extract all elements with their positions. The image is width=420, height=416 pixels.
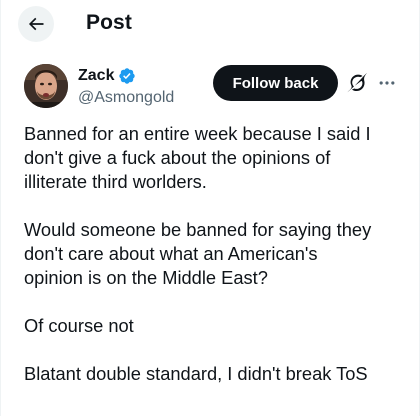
avatar[interactable]	[24, 64, 68, 108]
more-horizontal-icon[interactable]	[377, 73, 397, 93]
post-text-line: Would someone be banned for saying they	[24, 219, 372, 240]
post-text: Banned for an entire week because I said…	[24, 122, 409, 386]
page-title: Post	[86, 11, 132, 34]
post-text-line: don't care about what an American's	[24, 243, 318, 264]
verified-badge-icon[interactable]	[118, 67, 136, 85]
avatar-image	[24, 64, 68, 108]
top-bar: Post	[1, 0, 419, 46]
author-info: Zack @Asmongold	[78, 66, 174, 108]
post-text-line: don't give a fuck about the opinions of	[24, 147, 331, 168]
post-text-line: opinion is on the Middle East?	[24, 267, 268, 288]
follow-back-button[interactable]: Follow back	[213, 65, 338, 101]
grok-icon[interactable]	[347, 73, 367, 93]
author-display-name[interactable]: Zack	[78, 66, 114, 86]
post-text-line: Banned for an entire week because I said…	[24, 123, 371, 144]
post-text-line: illiterate third worlders.	[24, 171, 207, 192]
post-paragraph-gap	[24, 290, 409, 314]
post-page: Post Zack @Asmongold Follow back Banned …	[0, 0, 420, 416]
post-text-line: Blatant double standard, I didn't break …	[24, 363, 368, 384]
arrow-left-icon	[28, 17, 44, 31]
post-paragraph-gap	[24, 194, 409, 218]
post-text-line: Of course not	[24, 315, 134, 336]
author-handle[interactable]: @Asmongold	[78, 88, 174, 108]
back-button[interactable]	[18, 6, 54, 42]
post-paragraph-gap	[24, 338, 409, 362]
